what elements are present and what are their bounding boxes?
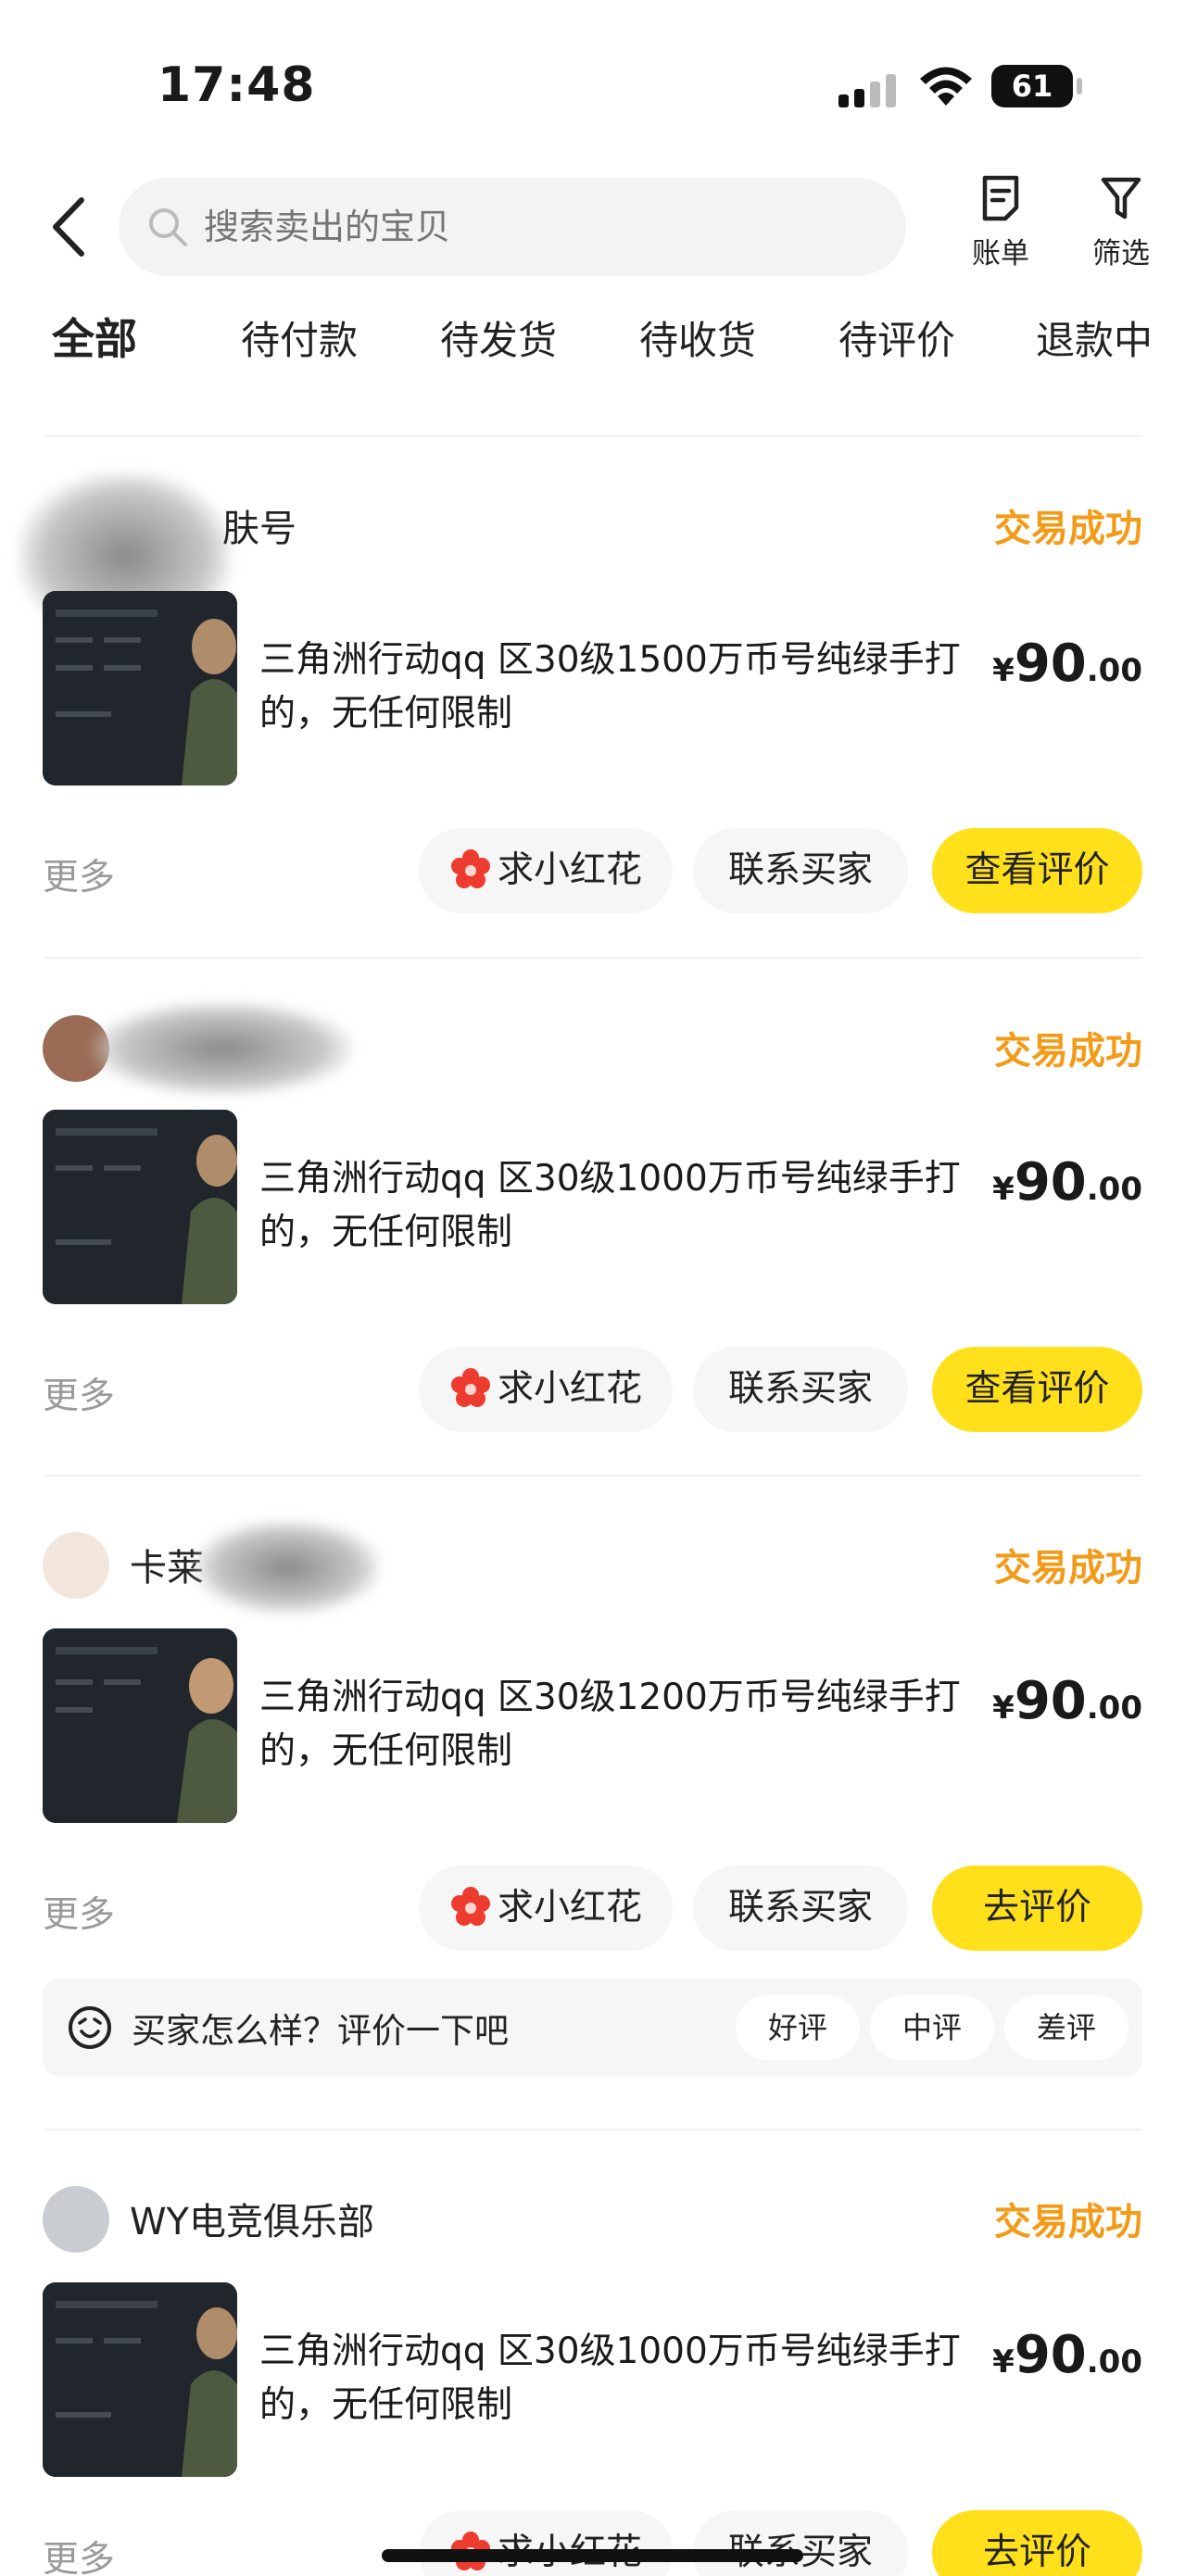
order-card: 交易成功 三角洲行动qq 区30级1000万币号纯绿手打的，无任何限制 ¥90.…	[0, 954, 1185, 1473]
product-title[interactable]: 三角洲行动qq 区30级1000万币号纯绿手打的，无任何限制	[259, 1152, 982, 1260]
price-currency: ¥	[992, 1171, 1015, 1208]
write-review-button[interactable]: 去评价	[932, 2510, 1142, 2576]
order-status: 交易成功	[994, 1030, 1142, 1073]
order-card: 卡莱 交易成功 三角洲行动qq 区30级1200万币号纯绿手打的，无任何限制 ¥…	[0, 1473, 1185, 2103]
tab-pending-shipment[interactable]: 待发货	[440, 309, 557, 366]
order-card: 肤号 交易成功 三角洲行动qq 区30级1500万币号纯绿手打的，无任何限制 ¥…	[0, 435, 1185, 954]
back-arrow-icon[interactable]	[46, 195, 93, 259]
tab-all-label: 全部	[52, 314, 137, 364]
contact-buyer-button[interactable]: 联系买家	[693, 1866, 908, 1951]
seller-name[interactable]: WY电竞俱乐部	[130, 2192, 374, 2245]
redacted-seller-name	[195, 1521, 380, 1614]
view-review-button[interactable]: 查看评价	[932, 1347, 1142, 1432]
product-title[interactable]: 三角洲行动qq 区30级1200万币号纯绿手打的，无任何限制	[259, 1671, 982, 1778]
contact-buyer-button[interactable]: 联系买家	[693, 1347, 908, 1432]
filter-label: 筛选	[1092, 237, 1150, 270]
price-decimal: .00	[1086, 1171, 1142, 1208]
contact-buyer-button[interactable]: 联系买家	[693, 2510, 908, 2576]
search-icon	[149, 208, 187, 246]
request-flower-button[interactable]: 求小红花	[419, 828, 673, 913]
product-title[interactable]: 三角洲行动qq 区30级1000万币号纯绿手打的，无任何限制	[259, 2325, 982, 2432]
tab-pending-payment[interactable]: 待付款	[241, 309, 358, 366]
product-thumbnail[interactable]	[43, 1628, 237, 1823]
seller-name[interactable]: 肤号	[222, 498, 296, 552]
search-bar[interactable]	[119, 178, 906, 276]
bill-button[interactable]: 账单	[954, 174, 1047, 285]
product-price: ¥90.00	[992, 2325, 1142, 2385]
flower-icon	[450, 848, 490, 888]
smiley-face-icon	[69, 2006, 111, 2049]
price-currency: ¥	[992, 2344, 1015, 2381]
tab-pending-review[interactable]: 待评价	[838, 309, 955, 366]
product-thumbnail[interactable]	[43, 2282, 237, 2477]
order-status: 交易成功	[994, 1547, 1142, 1590]
price-integer: 90	[1014, 634, 1087, 694]
price-decimal: .00	[1086, 2344, 1142, 2381]
rate-buyer-prompt: 买家怎么样？评价一下吧 好评 中评 差评	[43, 1979, 1142, 2077]
request-flower-button[interactable]: 求小红花	[419, 1347, 673, 1432]
bad-rating-button[interactable]: 差评	[1004, 1995, 1128, 2060]
price-currency: ¥	[992, 652, 1015, 689]
product-price: ¥90.00	[992, 634, 1142, 694]
seller-name[interactable]: 卡莱	[130, 1538, 204, 1591]
product-thumbnail[interactable]	[43, 1110, 237, 1304]
game-screenshot-image	[43, 1628, 237, 1823]
seller-avatar[interactable]	[43, 1532, 109, 1599]
product-price: ¥90.00	[992, 1152, 1142, 1213]
filter-icon	[1101, 177, 1141, 220]
flower-label: 求小红花	[497, 849, 642, 891]
product-title[interactable]: 三角洲行动qq 区30级1500万币号纯绿手打的，无任何限制	[259, 634, 982, 741]
contact-buyer-button[interactable]: 联系买家	[693, 828, 908, 913]
price-decimal: .00	[1086, 1690, 1142, 1727]
order-card: WY电竞俱乐部 交易成功 三角洲行动qq 区30级1000万币号纯绿手打的，无任…	[0, 2127, 1185, 2576]
seller-avatar[interactable]	[43, 2186, 109, 2253]
game-screenshot-image	[43, 1110, 237, 1304]
flower-icon	[450, 1886, 490, 1926]
product-thumbnail[interactable]	[43, 591, 237, 785]
search-input[interactable]	[204, 195, 852, 259]
rate-question: 买家怎么样？评价一下吧	[132, 2011, 509, 2051]
price-integer: 90	[1014, 1152, 1087, 1213]
more-button[interactable]: 更多	[43, 2531, 115, 2576]
game-screenshot-image	[43, 591, 237, 785]
price-decimal: .00	[1086, 652, 1142, 689]
bill-icon	[982, 175, 1019, 221]
wifi-icon	[920, 67, 972, 106]
filter-button[interactable]: 筛选	[1075, 174, 1167, 285]
price-integer: 90	[1014, 2325, 1087, 2385]
order-tabs: 全部 待付款 待发货 待收货 待评价 退款中	[0, 306, 1185, 389]
tab-all[interactable]: 全部	[52, 306, 137, 367]
cellular-signal-icon	[838, 72, 903, 107]
good-rating-button[interactable]: 好评	[736, 1995, 860, 2060]
flower-label: 求小红花	[497, 1368, 642, 1410]
request-flower-button[interactable]: 求小红花	[419, 1866, 673, 1951]
status-bar: 17:48 61	[0, 0, 1185, 167]
game-screenshot-image	[43, 2282, 237, 2477]
order-status: 交易成功	[994, 508, 1142, 550]
write-review-button[interactable]: 去评价	[932, 1866, 1142, 1951]
flower-label: 求小红花	[497, 1887, 642, 1929]
home-indicator[interactable]	[382, 2549, 803, 2562]
more-button[interactable]: 更多	[43, 848, 115, 900]
tab-refunding[interactable]: 退款中	[1036, 309, 1153, 366]
battery-icon: 61	[991, 65, 1082, 107]
tab-pending-receipt[interactable]: 待收货	[639, 309, 756, 366]
bill-label: 账单	[972, 237, 1029, 270]
order-status: 交易成功	[994, 2201, 1142, 2243]
flower-icon	[450, 1367, 490, 1407]
neutral-rating-button[interactable]: 中评	[870, 1995, 994, 2060]
more-button[interactable]: 更多	[43, 1886, 115, 1938]
price-currency: ¥	[992, 1690, 1015, 1727]
request-flower-button[interactable]: 求小红花	[419, 2510, 673, 2576]
view-review-button[interactable]: 查看评价	[932, 828, 1142, 913]
price-integer: 90	[1014, 1671, 1087, 1731]
more-button[interactable]: 更多	[43, 1367, 115, 1419]
redacted-seller-name	[93, 1002, 352, 1095]
status-time: 17:48	[158, 57, 316, 113]
product-price: ¥90.00	[992, 1671, 1142, 1731]
